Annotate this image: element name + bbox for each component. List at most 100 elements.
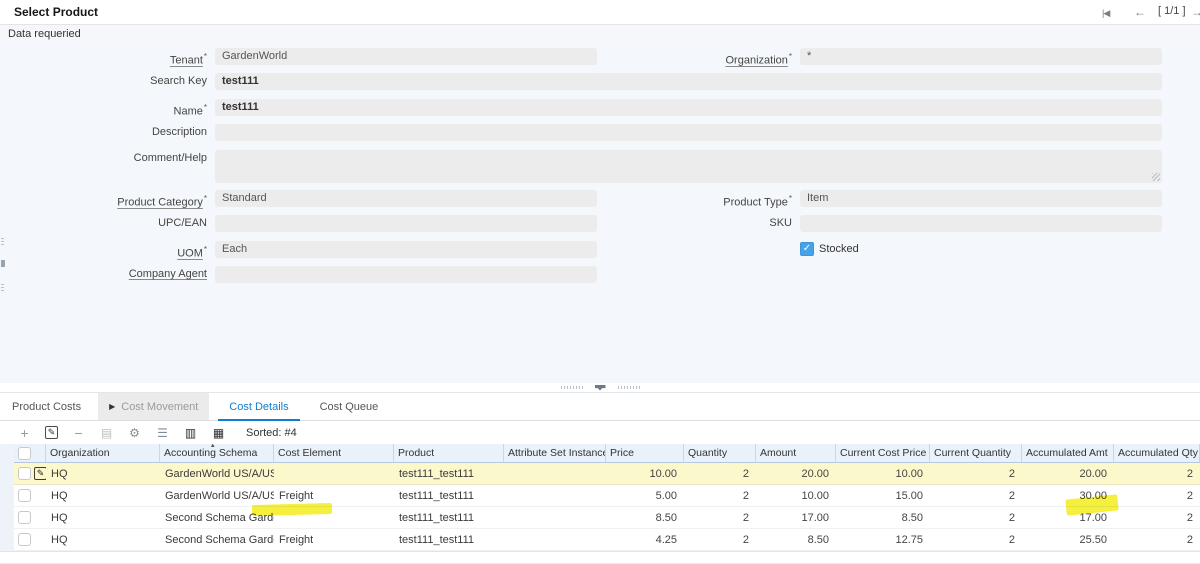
product-type-field[interactable]: Item	[800, 190, 1162, 207]
row-checkbox[interactable]	[18, 489, 31, 502]
record-indicator: [ 1/1 ]	[1158, 5, 1186, 17]
name-field[interactable]: test111	[215, 99, 1162, 116]
first-record-icon[interactable]: |◀	[1102, 8, 1109, 19]
cell-accumulated-amt: 30.00	[1022, 485, 1114, 507]
cell-accounting-schema: GardenWorld US/A/US D...	[160, 485, 274, 507]
select-product-window: Select Product |◀ ← [ 1/1 ] → Data reque…	[0, 0, 1200, 564]
product-category-label[interactable]: Product Category*	[0, 190, 207, 212]
sku-field[interactable]	[800, 215, 1162, 232]
cell-product: test111_test111	[394, 507, 504, 529]
header-amount[interactable]: Amount	[756, 444, 836, 462]
header-cost-element[interactable]: Cost Element	[274, 444, 394, 462]
company-agent-label[interactable]: Company Agent	[0, 266, 207, 283]
upc-ean-label: UPC/EAN	[0, 215, 207, 232]
cell-accounting-schema: Second Schema Garden...	[160, 529, 274, 551]
edit-icon[interactable]: ✎	[45, 426, 58, 439]
cell-current-quantity: 2	[930, 507, 1022, 529]
header-accumulated-amt[interactable]: Accumulated Amt	[1022, 444, 1114, 462]
product-form: Tenant* GardenWorld Organization* * Sear…	[0, 42, 1200, 383]
name-label: Name*	[0, 99, 207, 121]
table-row[interactable]: ✎HQGardenWorld US/A/US D... test111_test1…	[14, 463, 1200, 485]
delete-icon[interactable]: −	[71, 426, 86, 440]
product-type-label: Product Type*	[585, 190, 792, 212]
cell-accumulated-qty: 2	[1114, 529, 1200, 551]
cell-accumulated-qty: 2	[1114, 507, 1200, 529]
cell-quantity: 2	[684, 529, 756, 551]
organization-field[interactable]: *	[800, 48, 1162, 65]
cell-accumulated-amt: 25.50	[1022, 529, 1114, 551]
grid-left-gutter	[0, 444, 14, 551]
header-price[interactable]: Price	[606, 444, 684, 462]
cell-current-cost-price: 12.75	[836, 529, 930, 551]
splitter-collapse-icon[interactable]	[595, 385, 606, 391]
cell-product: test111_test111	[394, 463, 504, 485]
cell-organization: HQ	[46, 529, 160, 551]
row-select-cell	[14, 533, 46, 546]
product-category-field[interactable]: Standard	[215, 190, 597, 207]
grid-mode-icon[interactable]: ▦	[211, 426, 226, 440]
cell-quantity: 2	[684, 507, 756, 529]
stocked-checkbox[interactable]: ✓	[800, 242, 814, 256]
next-record-icon[interactable]: →	[1191, 5, 1200, 19]
row-select-cell	[14, 511, 46, 524]
settings-icon[interactable]: ⚙	[127, 426, 142, 440]
tab-product-costs[interactable]: Product Costs	[1, 393, 92, 420]
cell-organization: HQ	[46, 463, 160, 485]
search-key-label: Search Key	[0, 73, 207, 90]
company-agent-field[interactable]	[215, 266, 597, 283]
tenant-field[interactable]: GardenWorld	[215, 48, 597, 65]
cell-price: 10.00	[606, 463, 684, 485]
header-accounting-schema[interactable]: Accounting Schema▲	[160, 444, 274, 462]
tab-cost-movement[interactable]: ▶Cost Movement	[98, 393, 209, 420]
cell-accumulated-qty: 2	[1114, 463, 1200, 485]
cell-product: test111_test111	[394, 485, 504, 507]
cell-organization: HQ	[46, 507, 160, 529]
cell-current-cost-price: 10.00	[836, 463, 930, 485]
edit-row-icon[interactable]: ✎	[34, 467, 46, 480]
select-all-checkbox[interactable]	[18, 447, 31, 460]
organization-label[interactable]: Organization*	[585, 48, 792, 70]
header-product[interactable]: Product	[394, 444, 504, 462]
cell-accounting-schema: Second Schema Garden...	[160, 507, 274, 529]
select-all-header-cell	[14, 444, 46, 462]
cell-amount: 20.00	[756, 463, 836, 485]
list-icon[interactable]: ☰	[155, 426, 170, 440]
cell-current-quantity: 2	[930, 529, 1022, 551]
header-organization[interactable]: Organization	[46, 444, 160, 462]
add-icon[interactable]: +	[17, 426, 32, 440]
upc-ean-field[interactable]	[215, 215, 597, 232]
table-row[interactable]: HQSecond Schema Garden...Freighttest111_…	[14, 529, 1200, 551]
table-row[interactable]: HQSecond Schema Garden... test111_test111…	[14, 507, 1200, 529]
header-attribute-set-instance[interactable]: Attribute Set Instance	[504, 444, 606, 462]
header-quantity[interactable]: Quantity	[684, 444, 756, 462]
header-current-cost-price[interactable]: Current Cost Price	[836, 444, 930, 462]
cell-accounting-schema: GardenWorld US/A/US D...	[160, 463, 274, 485]
grid-header-row: Organization Accounting Schema▲ Cost Ele…	[14, 444, 1200, 463]
tenant-label[interactable]: Tenant*	[0, 48, 207, 70]
vertical-splitter-handle[interactable]	[1, 238, 5, 294]
previous-record-icon[interactable]: ←	[1134, 5, 1146, 19]
save-icon[interactable]: ▤	[99, 426, 114, 440]
search-key-field[interactable]: test111	[215, 73, 1162, 90]
split-columns-icon[interactable]: ▥	[183, 426, 198, 440]
header-accumulated-qty[interactable]: Accumulated Qty	[1114, 444, 1200, 462]
splitter-grip-dots	[618, 386, 640, 389]
grid-body: ✎HQGardenWorld US/A/US D...test111_test1…	[0, 463, 1200, 552]
tab-cost-details[interactable]: Cost Details	[218, 393, 299, 420]
table-row[interactable]: HQGardenWorld US/A/US D...Freighttest111…	[14, 485, 1200, 507]
row-checkbox[interactable]	[18, 533, 31, 546]
uom-field[interactable]: Each	[215, 241, 597, 258]
cost-details-grid: Organization Accounting Schema▲ Cost Ele…	[0, 444, 1200, 552]
tab-cost-queue[interactable]: Cost Queue	[309, 393, 390, 420]
detail-panel: Product Costs ▶Cost Movement Cost Detail…	[0, 392, 1200, 563]
textarea-resize-grip[interactable]	[1152, 173, 1160, 181]
row-checkbox[interactable]	[18, 467, 31, 480]
uom-label[interactable]: UOM*	[0, 241, 207, 263]
description-field[interactable]	[215, 124, 1162, 141]
header-current-quantity[interactable]: Current Quantity	[930, 444, 1022, 462]
horizontal-splitter-handle[interactable]	[0, 383, 1200, 392]
row-select-cell	[14, 489, 46, 502]
description-label: Description	[0, 124, 207, 141]
row-checkbox[interactable]	[18, 511, 31, 524]
comment-help-field[interactable]	[215, 150, 1162, 183]
